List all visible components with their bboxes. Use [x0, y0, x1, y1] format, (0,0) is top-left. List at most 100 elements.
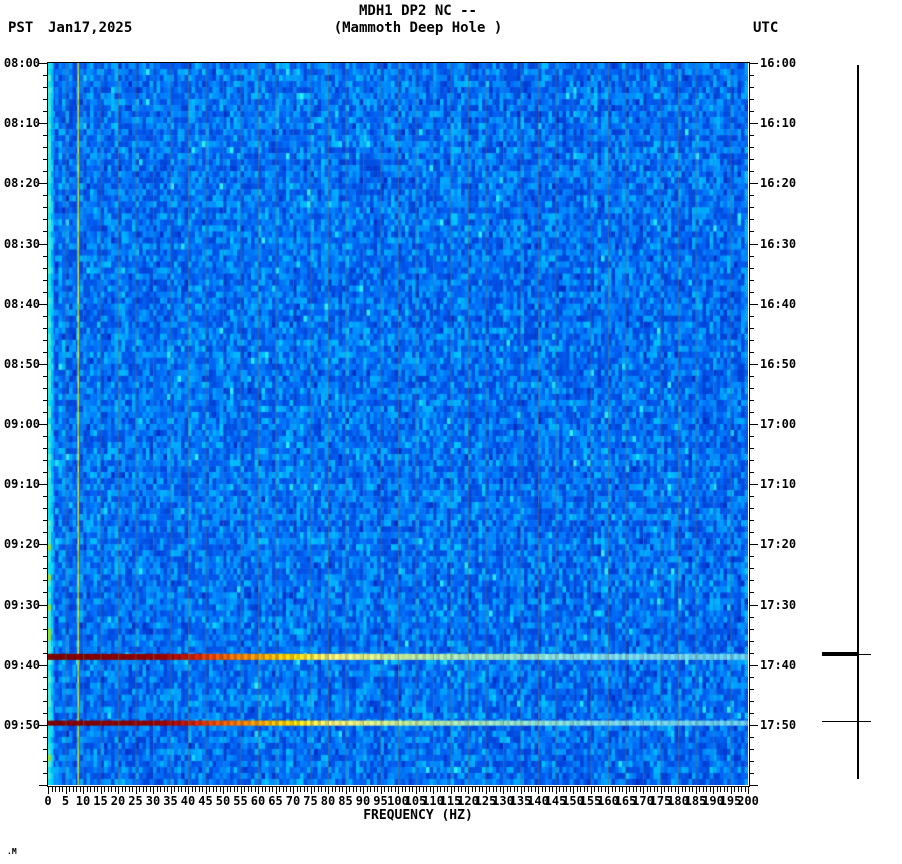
freq-minor-tick [405, 786, 406, 792]
freq-minor-tick [342, 786, 343, 792]
right-minor-tick [749, 616, 754, 618]
freq-minor-tick [244, 786, 245, 792]
freq-minor-tick [132, 786, 133, 792]
freq-minor-tick [601, 786, 602, 792]
right-time-label: 17:00 [760, 417, 797, 431]
freq-minor-tick [692, 786, 693, 792]
freq-minor-tick [62, 786, 63, 792]
freq-minor-tick [184, 786, 186, 792]
freq-tick-label: 45 [198, 794, 213, 808]
freq-major-tick [328, 786, 329, 794]
left-time-label: 09:40 [3, 657, 40, 672]
freq-minor-tick [216, 786, 217, 792]
freq-major-tick [468, 786, 469, 794]
left-minor-tick [43, 772, 48, 774]
left-time-label: 08:50 [3, 356, 40, 371]
freq-minor-tick [156, 786, 158, 792]
freq-major-tick [503, 786, 504, 794]
right-minor-tick [749, 460, 754, 462]
freq-minor-tick [387, 786, 389, 792]
freq-minor-tick [454, 786, 455, 792]
freq-tick-label: 25 [128, 794, 143, 808]
freq-minor-tick [212, 786, 214, 792]
freq-minor-tick [356, 786, 357, 792]
right-minor-tick [749, 267, 754, 269]
right-time-label: 17:50 [760, 717, 797, 732]
freq-minor-tick [125, 786, 126, 792]
left-minor-tick [43, 171, 48, 173]
left-minor-tick [43, 436, 48, 438]
right-minor-tick [749, 147, 754, 149]
freq-minor-tick [55, 786, 56, 792]
freq-minor-tick [139, 786, 140, 792]
amplitude-scale-line [857, 65, 859, 779]
freq-minor-tick [737, 786, 739, 792]
left-minor-tick [43, 640, 48, 642]
freq-tick-label: 85 [338, 794, 353, 808]
freq-minor-tick [191, 786, 193, 792]
freq-minor-tick [702, 786, 704, 792]
left-minor-tick [43, 496, 48, 498]
right-minor-tick [749, 640, 754, 642]
right-minor-tick [749, 231, 754, 233]
right-minor-tick [749, 99, 754, 101]
freq-minor-tick [723, 786, 725, 792]
freq-minor-tick [237, 786, 238, 792]
freq-minor-tick [233, 786, 235, 792]
freq-tick-label: 75 [303, 794, 318, 808]
freq-minor-tick [128, 786, 130, 792]
freq-minor-tick [335, 786, 336, 792]
left-time-label: 09:10 [3, 477, 40, 492]
left-minor-tick [43, 676, 48, 678]
left-minor-tick [43, 315, 48, 317]
freq-minor-tick [674, 786, 676, 792]
freq-minor-tick [426, 786, 427, 792]
freq-minor-tick [79, 786, 81, 792]
right-major-tick [749, 785, 758, 786]
freq-minor-tick [489, 786, 490, 792]
freq-minor-tick [440, 786, 441, 792]
freq-minor-tick [160, 786, 161, 792]
left-major-tick [39, 604, 48, 606]
freq-major-tick [713, 786, 714, 794]
left-minor-tick [43, 628, 48, 630]
left-minor-tick [43, 75, 48, 77]
left-minor-tick [43, 712, 48, 714]
left-time-label: 09:00 [3, 417, 40, 431]
right-minor-tick [749, 339, 754, 341]
right-time-label: 16:20 [760, 176, 797, 191]
right-minor-tick [749, 736, 754, 738]
freq-tick-label: 60 [250, 794, 266, 808]
left-minor-tick [43, 736, 48, 738]
freq-major-tick [625, 786, 627, 794]
event-marker-thick-extension [822, 654, 871, 655]
freq-tick-label: 50 [215, 794, 231, 808]
freq-minor-tick [734, 786, 735, 792]
freq-minor-tick [167, 786, 168, 792]
right-time-label: 16:40 [760, 296, 797, 311]
freq-major-tick [415, 786, 417, 794]
left-minor-tick [43, 375, 48, 377]
right-minor-tick [749, 375, 754, 377]
left-minor-tick [43, 111, 48, 113]
right-minor-tick [749, 351, 754, 353]
freq-minor-tick [632, 786, 634, 792]
freq-tick-label: 95 [373, 794, 388, 808]
right-major-tick [749, 363, 758, 365]
right-minor-tick [749, 580, 754, 582]
right-time-label: 16:10 [760, 116, 797, 131]
freq-minor-tick [527, 786, 529, 792]
freq-minor-tick [436, 786, 438, 792]
freq-major-tick [293, 786, 294, 794]
freq-minor-tick [149, 786, 151, 792]
freq-major-tick [100, 786, 102, 794]
freq-minor-tick [496, 786, 497, 792]
freq-minor-tick [324, 786, 326, 792]
left-minor-tick [43, 748, 48, 750]
right-major-tick [749, 664, 758, 666]
left-minor-tick [43, 399, 48, 401]
right-minor-tick [749, 135, 754, 137]
right-minor-tick [749, 436, 754, 438]
freq-minor-tick [181, 786, 182, 792]
freq-major-tick [380, 786, 382, 794]
